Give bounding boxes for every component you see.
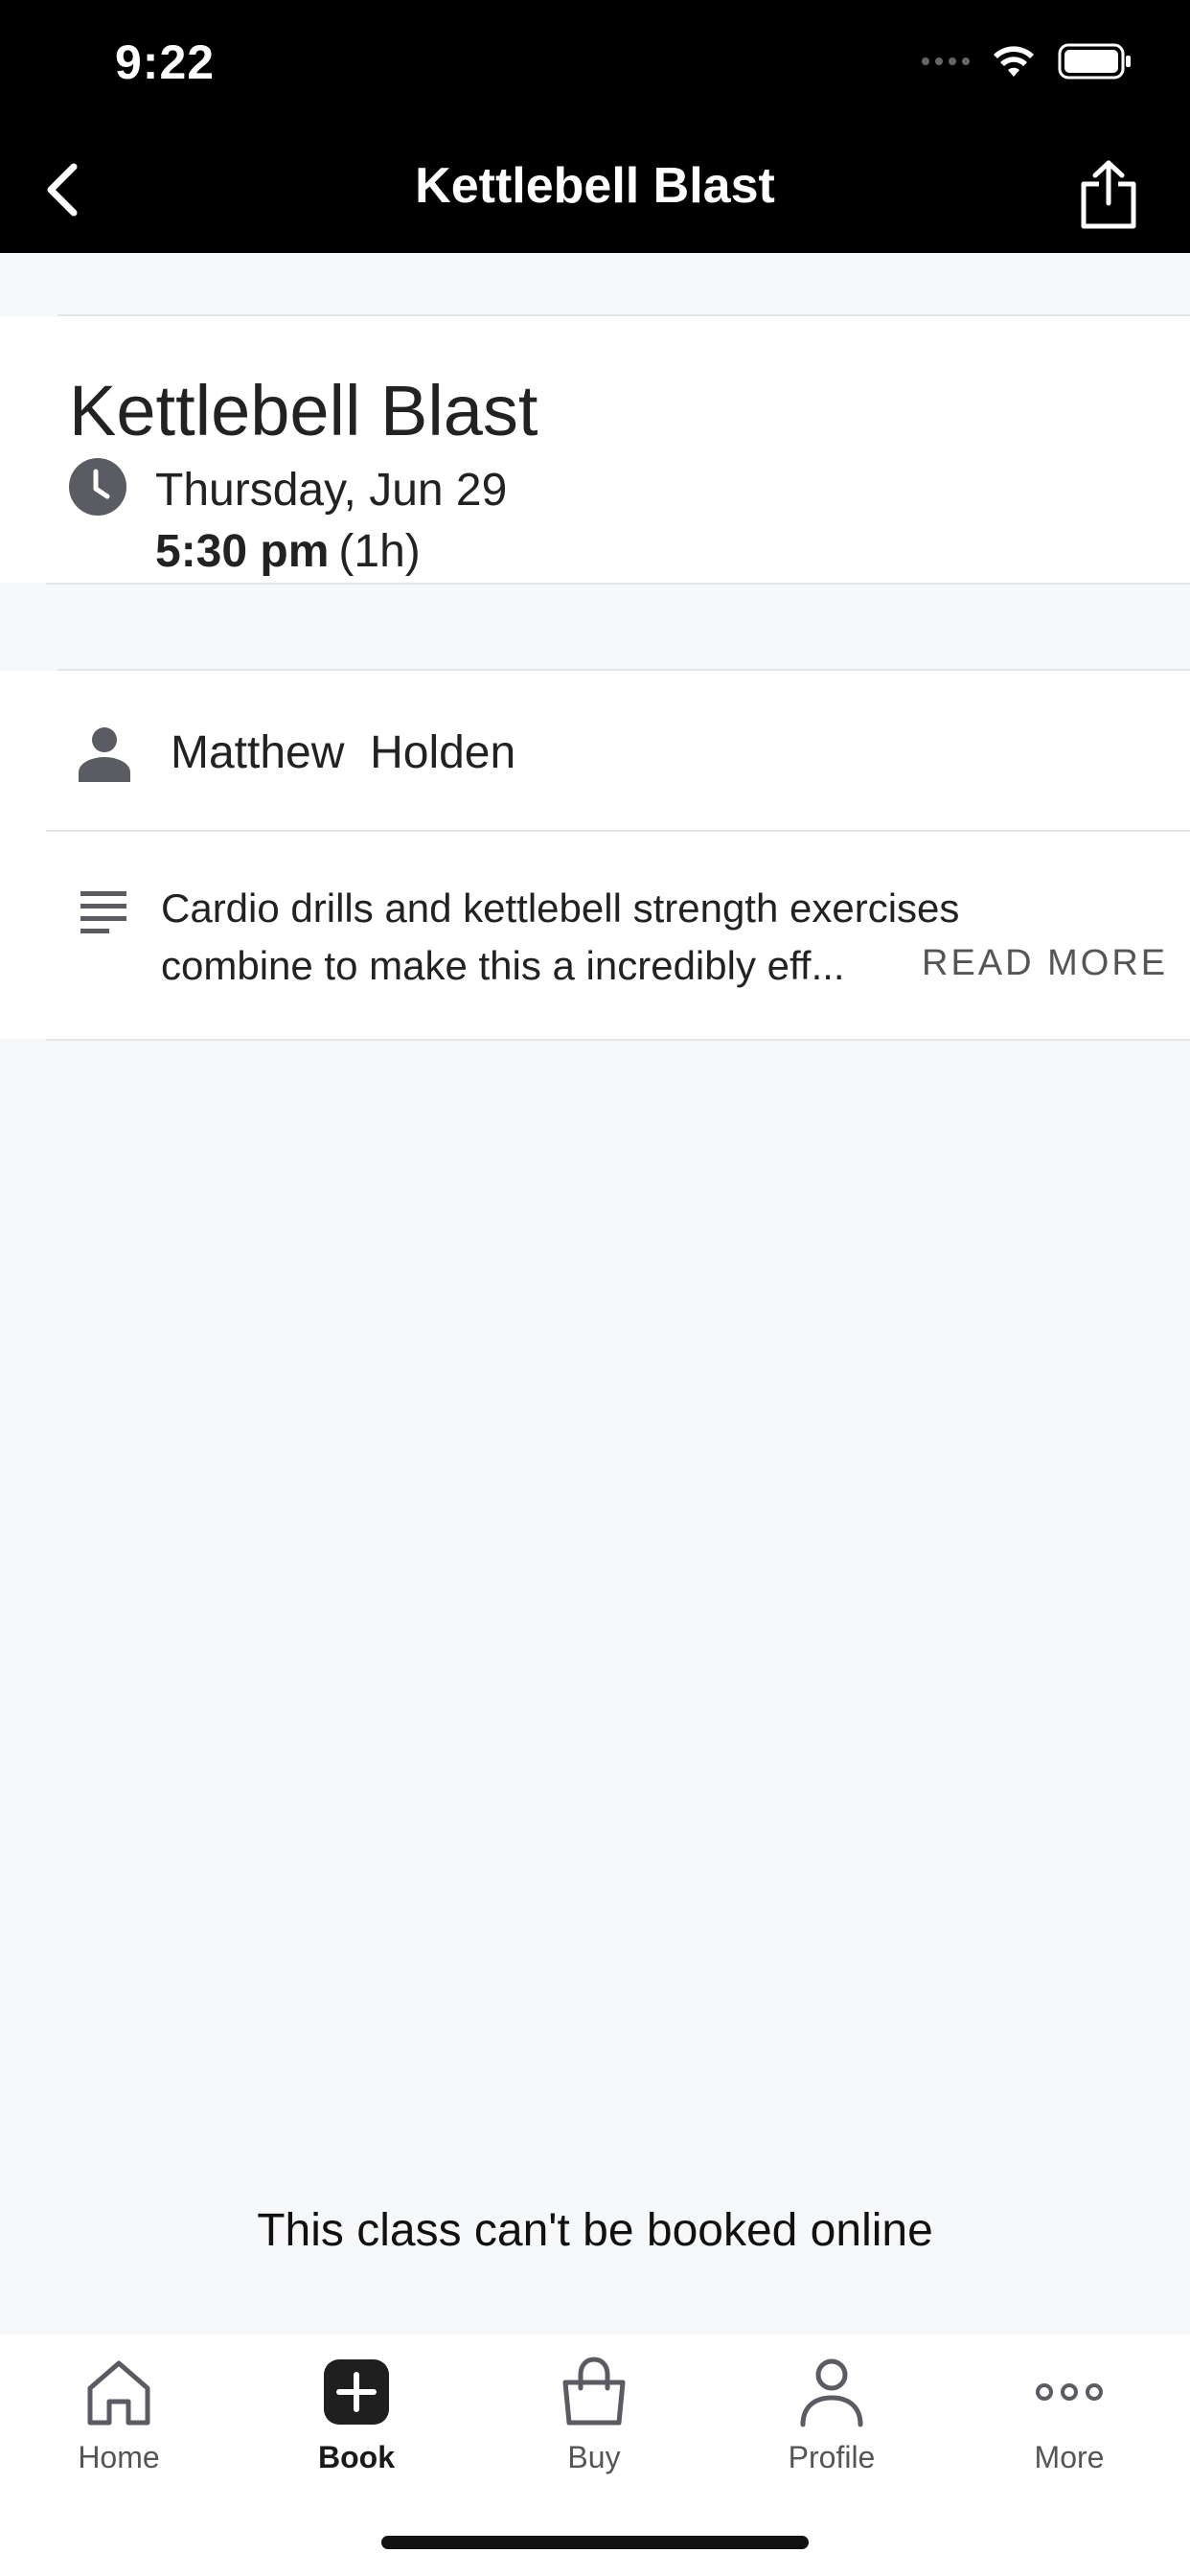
class-date: Thursday, Jun 29 <box>155 465 508 516</box>
battery-icon <box>1058 43 1131 80</box>
tab-label: Home <box>78 2440 160 2474</box>
class-duration: (1h) <box>338 526 421 577</box>
share-button[interactable] <box>1065 151 1152 238</box>
person-icon <box>800 2358 863 2427</box>
class-start-time: 5:30 pm <box>155 526 330 577</box>
tab-label: Book <box>318 2440 395 2474</box>
instructor-name: Matthew Holden <box>171 727 516 778</box>
top-bar: 9:22 Kettlebell Blast <box>0 0 1190 253</box>
tab-buy[interactable]: Buy <box>475 2356 713 2490</box>
clock-icon <box>69 458 126 516</box>
tab-more[interactable]: More <box>950 2356 1188 2490</box>
more-dots-icon <box>1036 2383 1103 2401</box>
class-time: 5:30 pm (1h) <box>155 525 421 578</box>
tab-home[interactable]: Home <box>0 2356 238 2490</box>
wifi-icon <box>994 46 1034 77</box>
share-icon <box>1081 160 1136 229</box>
person-icon <box>79 727 130 782</box>
home-indicator[interactable] <box>381 2536 809 2549</box>
shopping-bag-icon <box>562 2357 626 2426</box>
plus-square-icon <box>324 2359 389 2425</box>
class-description: Cardio drills and kettlebell strength ex… <box>161 886 960 988</box>
divider <box>46 830 1190 832</box>
divider <box>46 1039 1190 1041</box>
divider <box>57 669 1190 671</box>
cellular-signal-icon <box>922 58 970 65</box>
home-icon <box>87 2360 150 2426</box>
description-icon <box>80 891 126 933</box>
booking-unavailable-note: This class can't be booked online <box>257 2205 933 2256</box>
divider <box>46 583 1190 585</box>
tab-profile[interactable]: Profile <box>713 2356 950 2490</box>
status-icons <box>922 42 1133 80</box>
nav-title: Kettlebell Blast <box>415 158 775 214</box>
read-more-link[interactable]: READ MORE <box>922 943 1168 984</box>
class-title: Kettlebell Blast <box>69 371 538 450</box>
divider <box>57 314 1190 316</box>
tab-label: Buy <box>567 2440 621 2474</box>
tab-book[interactable]: Book <box>238 2356 475 2490</box>
tab-label: More <box>1034 2440 1105 2474</box>
status-time: 9:22 <box>115 35 216 89</box>
tab-label: Profile <box>788 2440 876 2474</box>
